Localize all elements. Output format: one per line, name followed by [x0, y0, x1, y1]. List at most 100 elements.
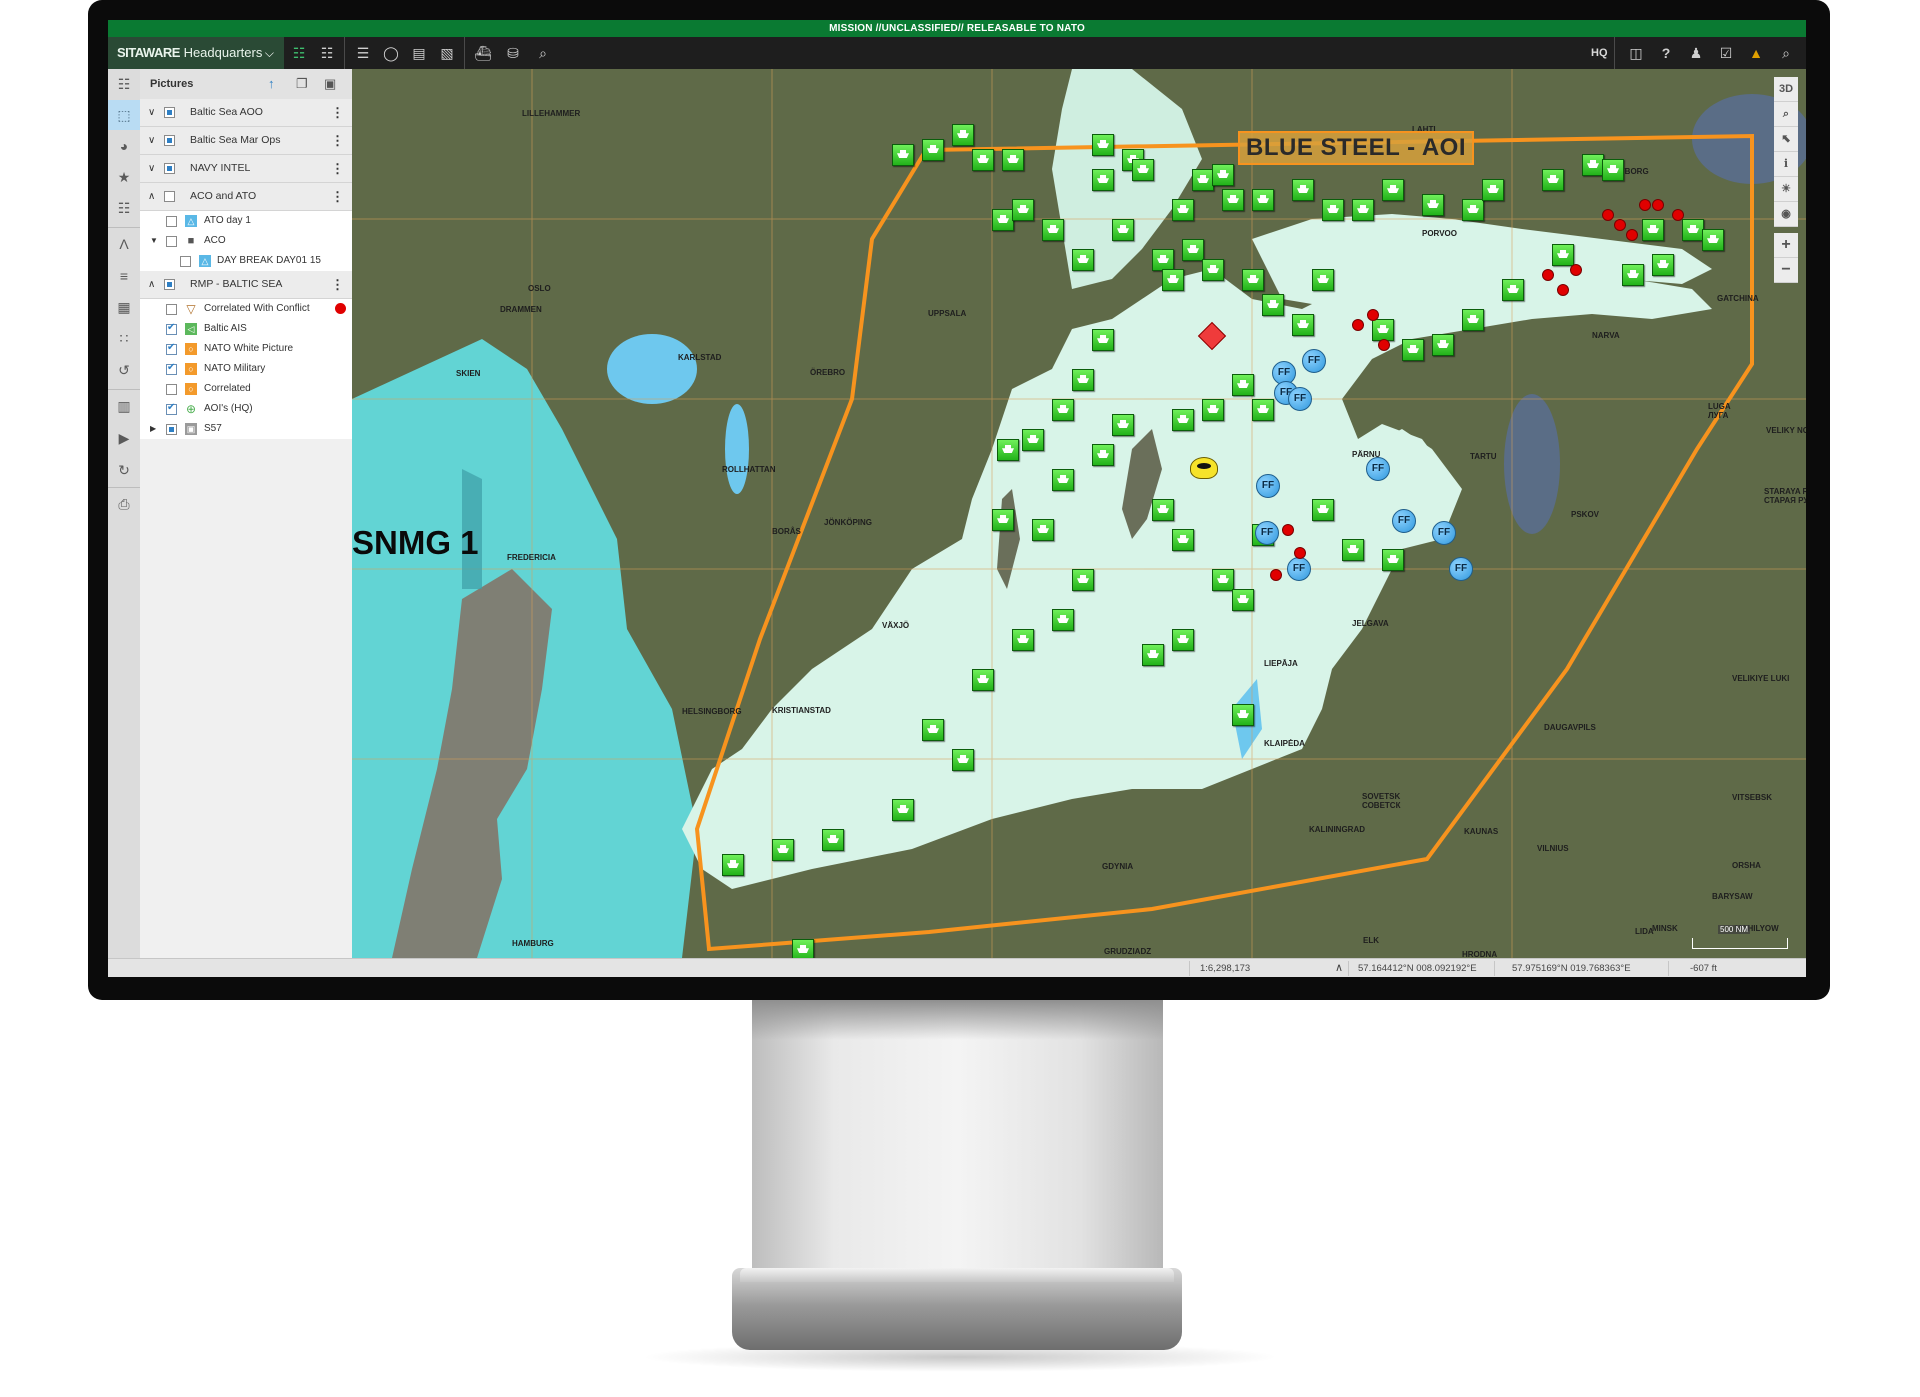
neutral-ff-track[interactable]: FF	[1255, 521, 1279, 545]
group-checkbox[interactable]	[164, 191, 175, 202]
chevron-up-icon[interactable]: ∧	[1335, 959, 1343, 977]
friendly-vessel-track[interactable]	[992, 509, 1014, 531]
friendly-vessel-track[interactable]	[1152, 499, 1174, 521]
chevron-down-icon[interactable]: ⌵	[265, 37, 274, 69]
bookmark-panel-icon[interactable]: ▧	[432, 37, 462, 69]
layer-checkbox[interactable]	[166, 216, 177, 227]
star-icon[interactable]: ★	[108, 162, 140, 192]
friendly-vessel-track[interactable]	[1292, 314, 1314, 336]
layer-item[interactable]: ▶ ▣ S57	[140, 419, 352, 439]
friendly-vessel-track[interactable]	[1202, 259, 1224, 281]
friendly-vessel-track[interactable]	[1162, 269, 1184, 291]
workspace-selector[interactable]: SITAWARE Headquarters ⌵	[108, 37, 284, 69]
neutral-ff-track[interactable]: FF	[1392, 509, 1416, 533]
neutral-ff-track[interactable]: FF	[1287, 557, 1311, 581]
friendly-vessel-track[interactable]	[1432, 334, 1454, 356]
friendly-vessel-track[interactable]	[922, 139, 944, 161]
friendly-vessel-track[interactable]	[1542, 169, 1564, 191]
ship-icon[interactable]: ⛴	[468, 37, 498, 69]
friendly-vessel-track[interactable]	[1342, 539, 1364, 561]
friendly-vessel-track[interactable]	[1112, 219, 1134, 241]
video-icon[interactable]: ▶	[108, 423, 140, 453]
neutral-ff-track[interactable]: FF	[1449, 557, 1473, 581]
layer-item[interactable]: ▼ ■ ACO	[140, 231, 352, 251]
hostile-track[interactable]	[1367, 309, 1379, 321]
chevron-down-icon[interactable]: ∨	[148, 99, 155, 126]
friendly-vessel-track[interactable]	[1322, 199, 1344, 221]
friendly-vessel-track[interactable]	[1232, 374, 1254, 396]
friendly-vessel-track[interactable]	[1012, 199, 1034, 221]
task-group-label[interactable]: SNMG 1	[352, 524, 479, 562]
zoom-in-icon[interactable]: +	[1774, 233, 1798, 258]
search-icon[interactable]: ⌕	[1771, 37, 1801, 69]
new-picture-icon[interactable]: ❐	[296, 69, 308, 99]
friendly-vessel-track[interactable]	[1132, 159, 1154, 181]
group-checkbox[interactable]	[164, 107, 175, 118]
friendly-vessel-track[interactable]	[1222, 189, 1244, 211]
brightness-icon[interactable]: ☀	[1774, 177, 1798, 202]
friendly-vessel-track[interactable]	[1032, 519, 1054, 541]
friendly-vessel-track[interactable]	[1232, 589, 1254, 611]
org-chart-icon[interactable]: ☷	[108, 193, 140, 223]
layer-checkbox[interactable]	[166, 322, 177, 335]
friendly-vessel-track[interactable]	[1582, 154, 1604, 176]
hostile-track[interactable]	[1672, 209, 1684, 221]
neutral-ff-track[interactable]: FF	[1288, 387, 1312, 411]
user-icon[interactable]: ♟	[1681, 37, 1711, 69]
friendly-vessel-track[interactable]	[1482, 179, 1504, 201]
friendly-vessel-track[interactable]	[997, 439, 1019, 461]
context-label[interactable]: HQ	[1591, 37, 1608, 69]
friendly-vessel-track[interactable]	[1092, 134, 1114, 156]
layer-checkbox[interactable]	[166, 424, 177, 435]
friendly-vessel-track[interactable]	[1462, 199, 1484, 221]
friendly-vessel-track[interactable]	[1242, 269, 1264, 291]
friendly-vessel-track[interactable]	[1382, 549, 1404, 571]
friendly-vessel-track[interactable]	[1142, 644, 1164, 666]
layout-icon[interactable]: ◫	[1621, 37, 1651, 69]
friendly-vessel-track[interactable]	[1312, 499, 1334, 521]
chevron-down-icon[interactable]: ∨	[148, 155, 155, 182]
friendly-vessel-track[interactable]	[1682, 219, 1704, 241]
friendly-vessel-track[interactable]	[1112, 414, 1134, 436]
friendly-vessel-track[interactable]	[1252, 189, 1274, 211]
friendly-vessel-track[interactable]	[1002, 149, 1024, 171]
chevron-up-icon[interactable]: ∧	[148, 271, 155, 298]
friendly-vessel-track[interactable]	[1052, 609, 1074, 631]
friendly-vessel-track[interactable]	[1422, 194, 1444, 216]
database-search-icon[interactable]: ⛁	[498, 37, 528, 69]
friendly-vessel-track[interactable]	[1642, 219, 1664, 241]
friendly-vessel-track[interactable]	[1072, 569, 1094, 591]
friendly-vessel-track[interactable]	[1022, 429, 1044, 451]
friendly-vessel-track[interactable]	[972, 669, 994, 691]
friendly-vessel-track[interactable]	[1172, 199, 1194, 221]
friendly-vessel-track[interactable]	[972, 149, 994, 171]
layer-checkbox[interactable]	[166, 362, 177, 375]
chevron-up-icon[interactable]: ∧	[148, 183, 155, 210]
friendly-vessel-track[interactable]	[1622, 264, 1644, 286]
friendly-vessel-track[interactable]	[772, 839, 794, 861]
friendly-vessel-track[interactable]	[892, 799, 914, 821]
friendly-vessel-track[interactable]	[1202, 399, 1224, 421]
shapes-icon[interactable]: ◕	[108, 131, 140, 161]
layers-icon[interactable]: ⬚	[108, 100, 140, 130]
friendly-vessel-track[interactable]	[1092, 444, 1114, 466]
friendly-vessel-track[interactable]	[1092, 169, 1114, 191]
layer-item[interactable]: ⊕ AOI's (HQ)	[140, 399, 352, 419]
friendly-vessel-track[interactable]	[1262, 294, 1284, 316]
hostile-track[interactable]	[1557, 284, 1569, 296]
friendly-vessel-track[interactable]	[992, 209, 1014, 231]
layer-checkbox[interactable]	[166, 402, 177, 415]
friendly-vessel-track[interactable]	[792, 939, 814, 958]
friendly-vessel-track[interactable]	[1152, 249, 1174, 271]
map-view[interactable]: LILLEHAMMER OSLO DRAMMEN SKIEN KARLSTAD …	[352, 69, 1806, 958]
replay-icon[interactable]: ↻	[108, 455, 140, 485]
compass-icon[interactable]: Λ	[108, 229, 140, 259]
hostile-track[interactable]	[1542, 269, 1554, 281]
friendly-vessel-track[interactable]	[892, 144, 914, 166]
friendly-vessel-track[interactable]	[1192, 169, 1214, 191]
picture-group[interactable]: ∨ NAVY INTEL ⋮	[140, 155, 352, 183]
friendly-vessel-track[interactable]	[1072, 249, 1094, 271]
friendly-vessel-track[interactable]	[1552, 244, 1574, 266]
hostile-track[interactable]	[1626, 229, 1638, 241]
friendly-vessel-track[interactable]	[1212, 164, 1234, 186]
